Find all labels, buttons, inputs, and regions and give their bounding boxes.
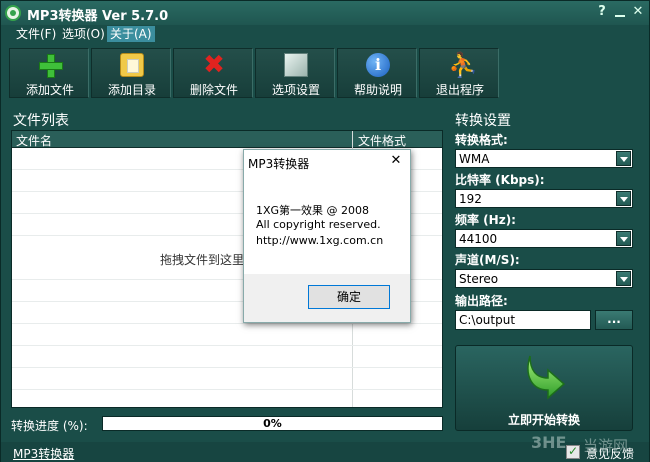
settings-button[interactable]: 选项设置 (255, 48, 335, 98)
menu-about[interactable]: 关于(A) (107, 26, 155, 42)
start-convert-label: 立即开始转换 (507, 413, 580, 427)
toolbar: 添加文件 添加目录 ✖ 删除文件 选项设置 i 帮助说明 ⛹ 退出程序 (9, 48, 513, 98)
progress-bar: 0% (102, 416, 443, 431)
output-path-input[interactable]: C:\output (455, 310, 591, 330)
channel-label: 声道(M/S): (455, 253, 520, 267)
channel-select[interactable]: Stereo (455, 269, 633, 288)
exit-button[interactable]: ⛹ 退出程序 (419, 48, 499, 98)
bitrate-label: 比特率 (Kbps): (455, 173, 545, 187)
format-label: 转换格式: (455, 133, 508, 147)
exit-label: 退出程序 (435, 83, 484, 97)
drop-hint: 拖拽文件到这里 (160, 253, 245, 267)
help-toolbar-button[interactable]: i 帮助说明 (337, 48, 417, 98)
help-label: 帮助说明 (353, 83, 402, 97)
start-convert-button[interactable]: 立即开始转换 (455, 345, 633, 431)
add-file-button[interactable]: 添加文件 (9, 48, 89, 98)
app-link[interactable]: MP3转换器 (13, 445, 74, 462)
samplerate-label: 频率 (Hz): (455, 213, 516, 227)
menu-file[interactable]: 文件(F) (13, 26, 59, 42)
progress-text: 0% (263, 417, 282, 430)
window-title: MP3转换器 Ver 5.7.0 (27, 9, 169, 24)
exit-icon: ⛹ (448, 51, 478, 79)
row-divider (12, 367, 442, 368)
output-label: 输出路径: (455, 294, 508, 308)
chevron-down-icon[interactable] (616, 231, 631, 246)
chevron-down-icon[interactable] (616, 191, 631, 206)
box-icon (284, 53, 308, 77)
plus-icon (38, 53, 63, 78)
dialog-title: MP3转换器 (248, 157, 310, 171)
chevron-down-icon[interactable] (616, 151, 631, 166)
delete-file-label: 删除文件 (189, 83, 238, 97)
dialog-body: 1XG第一效果 @ 2008 All copyright reserved. h… (244, 174, 410, 274)
add-file-label: 添加文件 (25, 83, 74, 97)
menu-bar: 文件(F) 选项(O) 关于(A) (1, 25, 649, 43)
close-button[interactable] (630, 4, 646, 20)
column-filename[interactable]: 文件名 (16, 132, 52, 149)
watermark-logo: 3HE (531, 433, 567, 452)
add-folder-button[interactable]: 添加目录 (91, 48, 171, 98)
folder-icon (120, 53, 144, 77)
ok-button[interactable]: 确定 (308, 285, 390, 309)
watermark-text: 当游网 (583, 437, 629, 455)
delete-file-button[interactable]: ✖ 删除文件 (173, 48, 253, 98)
column-format[interactable]: 文件格式 (358, 132, 406, 149)
dialog-line-copyright-year: 1XG第一效果 @ 2008 (256, 204, 370, 217)
menu-options[interactable]: 选项(O) (59, 26, 108, 42)
settings-label: 选项设置 (271, 83, 320, 97)
delete-icon: ✖ (203, 50, 225, 80)
title-bar: MP3转换器 Ver 5.7.0 (1, 1, 649, 25)
file-list-header: 文件名 文件格式 (12, 131, 442, 148)
bitrate-value: 192 (459, 192, 482, 206)
watermark: 3HE 当游网 (531, 433, 649, 461)
channel-value: Stereo (459, 272, 499, 286)
dialog-line-rights: All copyright reserved. (256, 218, 381, 231)
bitrate-select[interactable]: 192 (455, 189, 633, 208)
app-logo-icon (5, 5, 21, 21)
samplerate-value: 44100 (459, 232, 498, 246)
samplerate-select[interactable]: 44100 (455, 229, 633, 248)
info-icon: i (366, 53, 390, 77)
row-divider (12, 345, 442, 346)
row-divider (12, 323, 442, 324)
dialog-close-button[interactable]: ✕ (389, 154, 403, 168)
row-divider (12, 389, 442, 390)
add-folder-label: 添加目录 (107, 83, 156, 97)
dialog-title-bar: MP3转换器 ✕ (244, 150, 410, 174)
filelist-heading: 文件列表 (13, 113, 69, 129)
format-value: WMA (459, 152, 490, 166)
help-button[interactable] (594, 4, 610, 20)
minimize-button[interactable] (612, 4, 628, 20)
main-window: MP3转换器 Ver 5.7.0 文件(F) 选项(O) 关于(A) 添加文件 … (0, 0, 650, 462)
browse-button[interactable]: ... (595, 310, 633, 330)
dialog-line-url: http://www.1xg.com.cn (256, 234, 384, 247)
format-select[interactable]: WMA (455, 149, 633, 168)
chevron-down-icon[interactable] (616, 271, 631, 286)
output-path-value: C:\output (459, 313, 516, 327)
progress-label: 转换进度 (%): (11, 419, 88, 433)
download-arrow-icon (527, 355, 566, 400)
about-dialog: MP3转换器 ✕ 1XG第一效果 @ 2008 All copyright re… (243, 149, 411, 323)
settings-heading: 转换设置 (455, 113, 511, 129)
